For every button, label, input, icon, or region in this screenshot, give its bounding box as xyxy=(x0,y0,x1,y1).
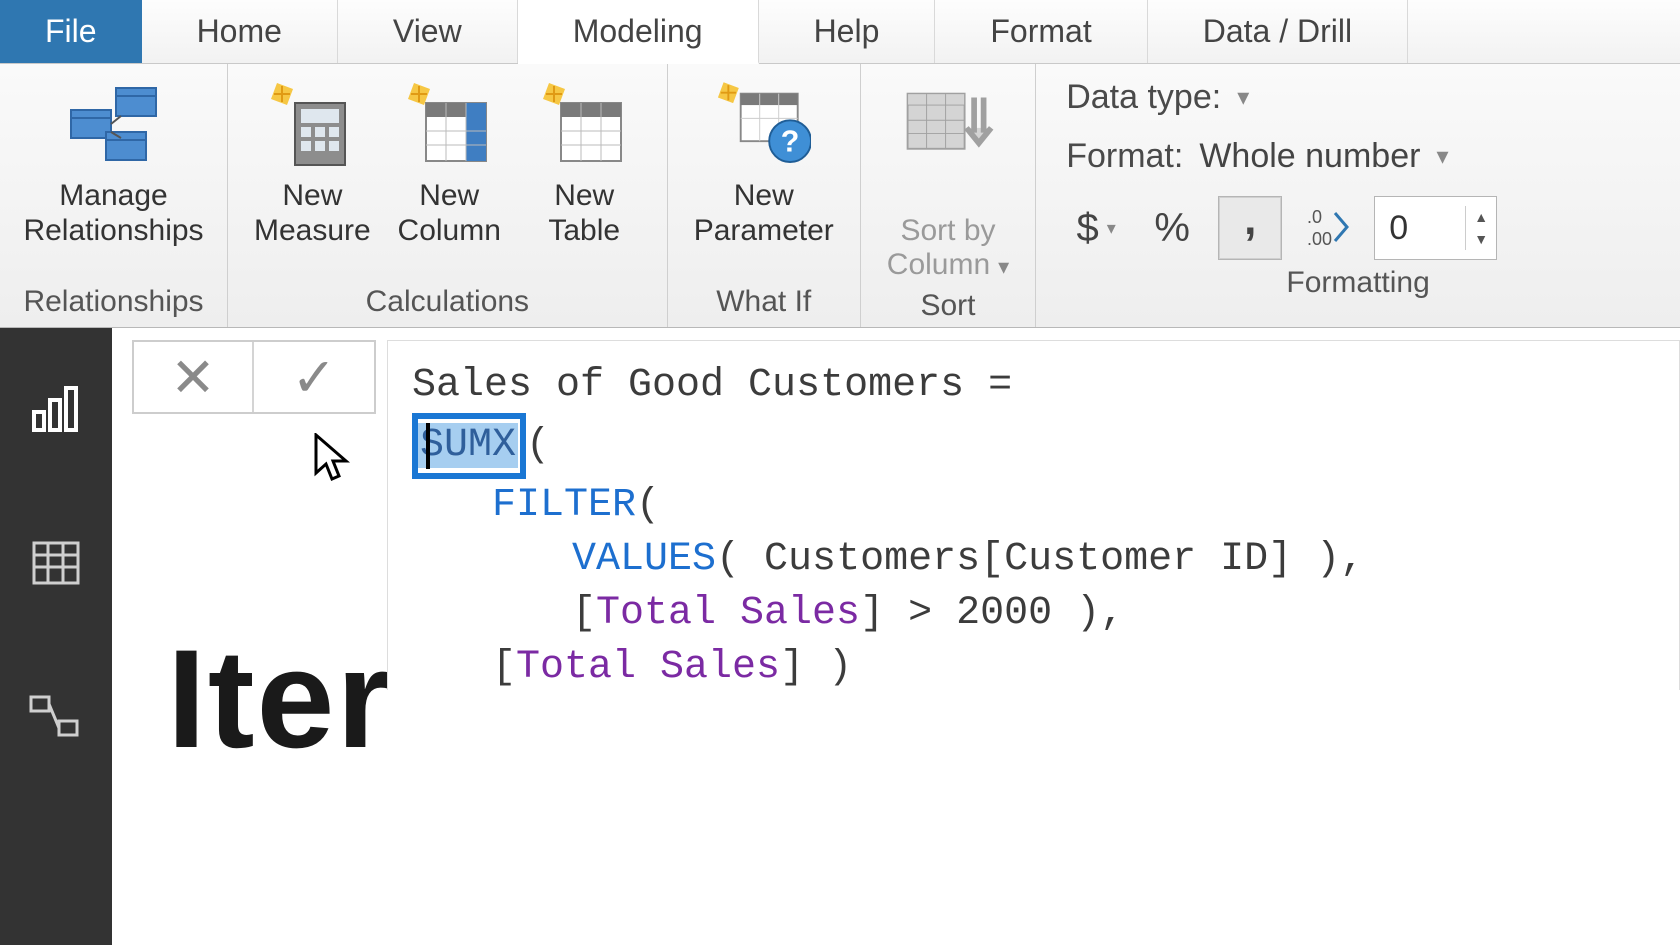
chevron-down-icon: ▾ xyxy=(1237,83,1249,112)
group-whatif: ? New Parameter What If xyxy=(668,64,861,327)
accept-formula-button[interactable]: ✓ xyxy=(254,342,374,412)
new-column-button[interactable]: New Column xyxy=(387,78,512,248)
new-column-label: New Column xyxy=(398,179,501,248)
group-sort-title: Sort xyxy=(861,283,1035,331)
format-dropdown[interactable]: Format: Whole number ▾ xyxy=(1066,137,1650,176)
tab-home[interactable]: Home xyxy=(142,0,338,63)
new-measure-button[interactable]: New Measure xyxy=(248,78,377,248)
decimal-places-field[interactable] xyxy=(1375,209,1465,248)
tab-view[interactable]: View xyxy=(338,0,518,63)
svg-text:?: ? xyxy=(781,125,800,159)
currency-format-button[interactable]: $ ▾ xyxy=(1066,198,1126,258)
formula-editor[interactable]: Sales of Good Customers = SUMX ( FILTER(… xyxy=(387,340,1680,690)
group-calculations-title: Calculations xyxy=(228,279,667,327)
sort-by-column-icon xyxy=(900,78,995,173)
formula-controls: ✕ ✓ xyxy=(132,340,376,414)
mouse-cursor-icon xyxy=(312,433,354,485)
thousands-separator-button[interactable]: , xyxy=(1218,196,1282,260)
cancel-formula-button[interactable]: ✕ xyxy=(134,342,254,412)
format-label: Format: xyxy=(1066,137,1183,176)
main-area: ✕ ✓ Iter Sales of Good Customers = SUMX … xyxy=(0,328,1680,945)
tab-help[interactable]: Help xyxy=(759,0,936,63)
left-nav xyxy=(0,328,112,945)
new-measure-label: New Measure xyxy=(254,179,371,248)
group-relationships: Manage Relationships Relationships xyxy=(0,64,228,327)
new-table-button[interactable]: New Table xyxy=(522,78,647,248)
new-parameter-button[interactable]: ? New Parameter xyxy=(688,78,840,248)
spin-down[interactable]: ▼ xyxy=(1466,228,1496,250)
new-parameter-label: New Parameter xyxy=(694,179,834,248)
new-table-icon xyxy=(537,78,632,173)
group-relationships-title: Relationships xyxy=(0,279,227,327)
format-value: Whole number xyxy=(1199,137,1420,176)
group-sort: Sort by Column▾ Sort xyxy=(861,64,1036,327)
tab-modeling[interactable]: Modeling xyxy=(518,0,759,64)
svg-text:.00: .00 xyxy=(1307,229,1332,249)
canvas-title: Iter xyxy=(167,618,393,780)
data-type-dropdown[interactable]: Data type: ▾ xyxy=(1066,78,1650,117)
tab-file[interactable]: File xyxy=(0,0,142,63)
nav-data-icon[interactable] xyxy=(26,533,86,593)
ribbon-body: Manage Relationships Relationships xyxy=(0,64,1680,328)
decimal-places-icon: .0.00 xyxy=(1298,198,1358,258)
nav-model-icon[interactable] xyxy=(26,688,86,748)
decimal-places-input[interactable]: ▲ ▼ xyxy=(1374,196,1497,260)
nav-report-icon[interactable] xyxy=(26,378,86,438)
group-formatting-title: Formatting xyxy=(1036,260,1680,308)
group-formatting: Data type: ▾ Format: Whole number ▾ $ ▾ … xyxy=(1036,64,1680,327)
manage-relationships-button[interactable]: Manage Relationships xyxy=(20,78,207,248)
data-type-label: Data type: xyxy=(1066,78,1221,117)
svg-text:.0: .0 xyxy=(1307,207,1322,227)
chevron-down-icon: ▾ xyxy=(1436,142,1448,171)
sort-by-column-label: Sort by Column▾ xyxy=(887,179,1009,283)
sort-by-column-button[interactable]: Sort by Column▾ xyxy=(881,78,1015,283)
group-calculations: New Measure xyxy=(228,64,668,327)
selected-token-sumx: SUMX xyxy=(412,413,526,479)
formula-area: ✕ ✓ Iter Sales of Good Customers = SUMX … xyxy=(112,328,1680,945)
group-whatif-title: What If xyxy=(668,279,860,327)
manage-relationships-label: Manage Relationships xyxy=(23,179,203,248)
check-icon: ✓ xyxy=(291,346,336,409)
spin-up[interactable]: ▲ xyxy=(1466,206,1496,228)
tab-data-drill[interactable]: Data / Drill xyxy=(1148,0,1408,63)
x-icon: ✕ xyxy=(170,346,215,409)
chevron-down-icon: ▾ xyxy=(998,254,1009,279)
new-parameter-icon: ? xyxy=(716,78,811,173)
ribbon-tabs: File Home View Modeling Help Format Data… xyxy=(0,0,1680,64)
chevron-down-icon: ▾ xyxy=(1107,218,1116,239)
new-column-icon xyxy=(402,78,497,173)
percent-format-button[interactable]: % xyxy=(1142,198,1202,258)
relationships-icon xyxy=(66,78,161,173)
new-measure-icon xyxy=(265,78,360,173)
tab-format[interactable]: Format xyxy=(935,0,1147,63)
new-table-label: New Table xyxy=(548,179,620,248)
